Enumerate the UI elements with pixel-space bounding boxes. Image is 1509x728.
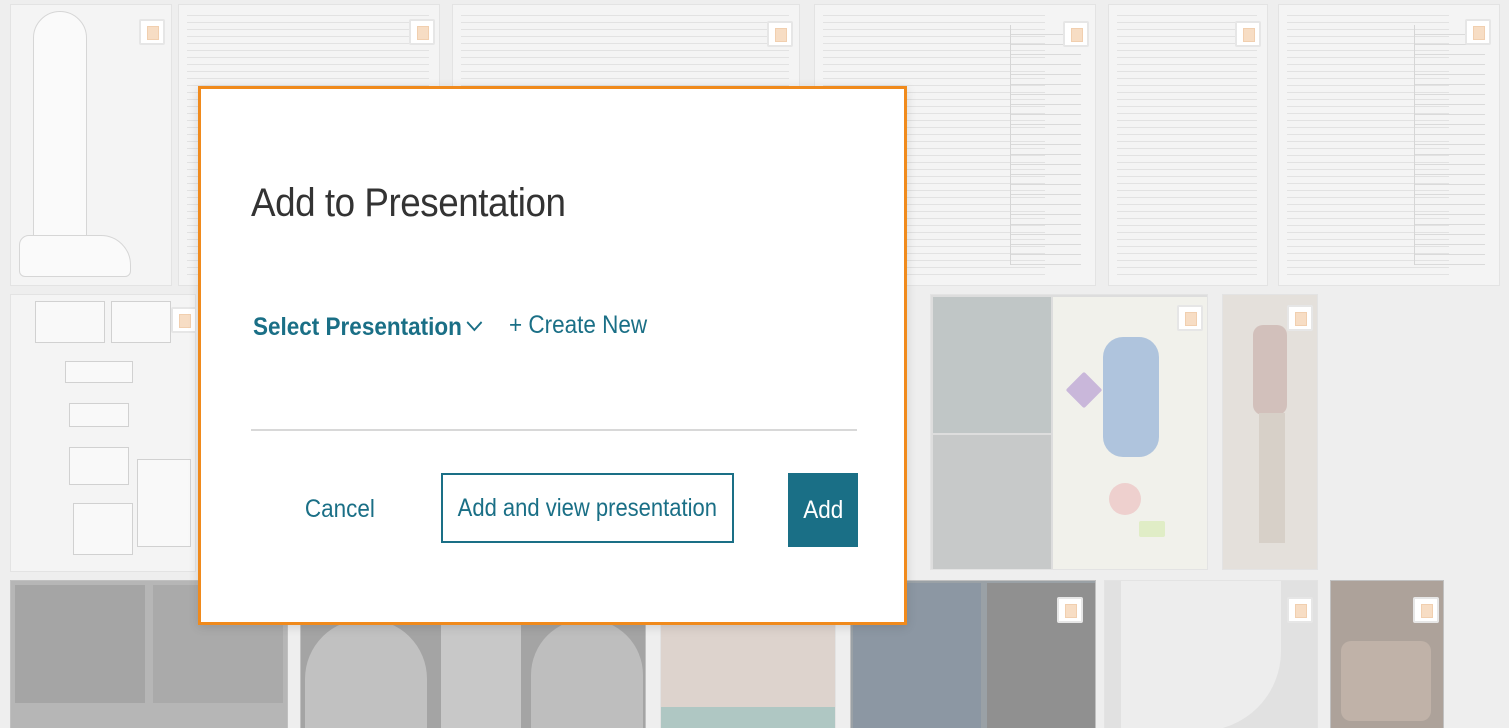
add-button[interactable]: Add bbox=[788, 473, 858, 547]
add-to-presentation-dialog: Add to Presentation Select Presentation … bbox=[198, 86, 907, 625]
chevron-down-icon bbox=[465, 311, 483, 340]
cancel-button-label: Cancel bbox=[304, 494, 375, 523]
dialog-title: Add to Presentation bbox=[251, 181, 566, 225]
add-and-view-button[interactable]: Add and view presentation bbox=[441, 473, 734, 543]
select-presentation-label: Select Presentation bbox=[253, 313, 462, 341]
cancel-button[interactable]: Cancel bbox=[271, 473, 409, 545]
divider bbox=[251, 429, 857, 431]
create-new-link[interactable]: + Create New bbox=[509, 311, 647, 340]
add-button-label: Add bbox=[802, 495, 844, 524]
select-presentation-dropdown[interactable]: Select Presentation bbox=[253, 311, 483, 342]
add-and-view-button-label: Add and view presentation bbox=[457, 493, 718, 522]
